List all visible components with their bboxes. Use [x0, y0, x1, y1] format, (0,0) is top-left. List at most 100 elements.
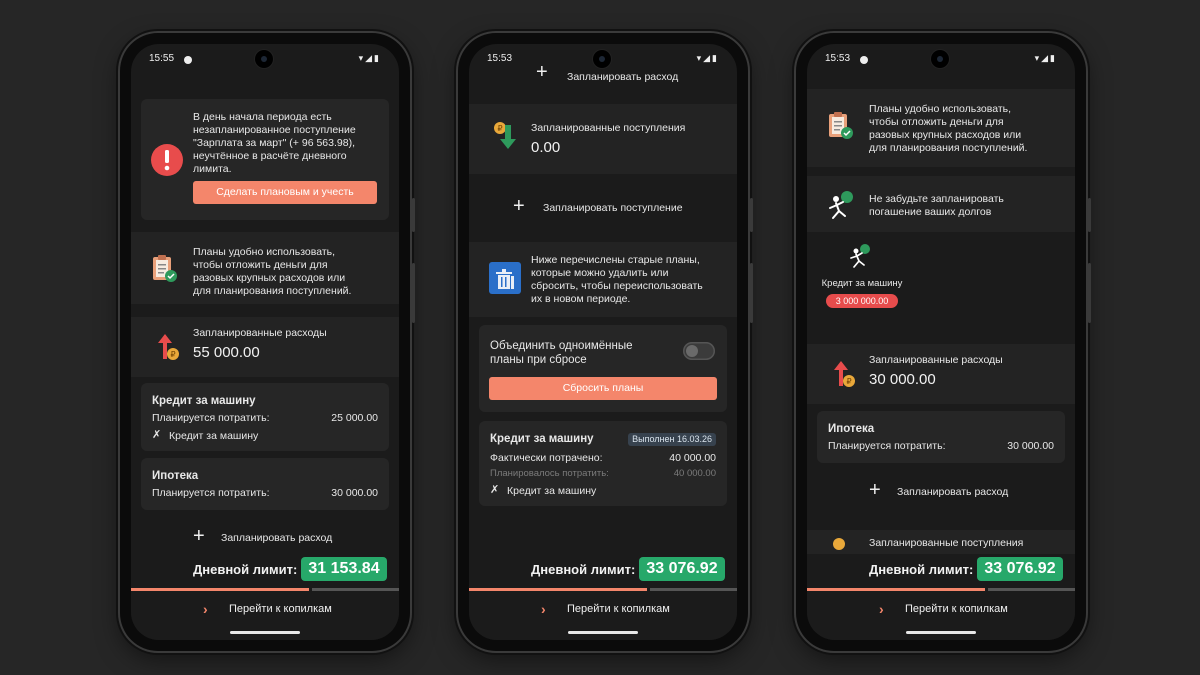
- go-to-piggy-banks-button[interactable]: Перейти к копилкам: [567, 603, 670, 615]
- planned-income-value: 0.00: [531, 139, 561, 156]
- debt-runner-icon: [829, 191, 853, 219]
- income-arrow-icon: ₽: [494, 122, 516, 149]
- reset-plans-button[interactable]: Сбросить планы: [489, 377, 717, 400]
- notification-dot-icon: [860, 56, 868, 64]
- plus-icon: +: [513, 195, 525, 217]
- debt-hint: Не забудьте запланировать погашение ваши…: [807, 176, 1075, 232]
- coin-icon: [833, 538, 845, 550]
- svg-text:₽: ₽: [497, 124, 502, 133]
- daily-limit-value: 33 076.92: [977, 557, 1063, 581]
- plan-sub-label: Планируется потратить:: [152, 412, 270, 424]
- debt-runner-icon: [850, 244, 870, 268]
- planned-expenses-value: 55 000.00: [193, 344, 260, 361]
- plan-card-mortgage[interactable]: Ипотека Планируется потратить: 30 000.00: [141, 458, 389, 510]
- screen-3: 15:53 ▾◢▮ Планы удобно использовать, что…: [807, 44, 1075, 640]
- planned-label: Планировалось потратить:: [490, 468, 609, 479]
- chevron-right-icon[interactable]: ›: [541, 601, 546, 617]
- debt-runner-icon: ✗: [152, 429, 162, 441]
- period-progress-bar: [807, 588, 985, 591]
- planned-expenses-section: ₽ Запланированные расходы 55 000.00: [131, 317, 399, 377]
- expense-arrow-icon: ₽: [158, 334, 179, 360]
- plus-icon: +: [869, 479, 881, 501]
- plan-amount: 25 000.00: [331, 412, 378, 424]
- plan-amount: 30 000.00: [1007, 440, 1054, 452]
- planned-expenses-label: Запланированные расходы: [869, 354, 1003, 366]
- add-expense-button[interactable]: + Запланировать расход: [131, 526, 399, 550]
- phone-2: 15:53 ▾◢▮ + Запланировать расход ₽ Запла…: [458, 33, 753, 651]
- add-income-label: Запланировать поступление: [543, 202, 683, 214]
- plans-hint-text: Планы удобно использовать, чтобы отложит…: [193, 246, 352, 297]
- make-planned-button[interactable]: Сделать плановым и учесть: [193, 181, 377, 204]
- planned-expenses-label: Запланированные расходы: [193, 327, 327, 339]
- warning-card: В день начала периода есть незапланирова…: [141, 99, 389, 220]
- status-time: 15:53: [825, 53, 851, 64]
- plan-title: Ипотека: [828, 423, 875, 435]
- clipboard-icon: [153, 255, 177, 282]
- bottom-panel: Дневной лимит: 31 153.84 › Перейти к коп…: [131, 554, 399, 640]
- add-income-button[interactable]: + Запланировать поступление: [469, 196, 737, 220]
- add-expense-button[interactable]: + Запланировать расход: [807, 480, 1075, 504]
- home-indicator[interactable]: [568, 631, 638, 634]
- plus-icon: +: [536, 61, 548, 83]
- debt-runner-icon: ✗: [490, 484, 500, 496]
- daily-limit-value: 31 153.84: [301, 557, 387, 581]
- planned-income-label: Запланированные поступления: [531, 122, 686, 134]
- add-expense-label: Запланировать расход: [897, 486, 1009, 498]
- plan-title: Кредит за машину: [490, 433, 594, 445]
- plus-icon: +: [193, 525, 205, 547]
- plans-hint: Планы удобно использовать, чтобы отложит…: [131, 232, 399, 304]
- go-to-piggy-banks-button[interactable]: Перейти к копилкам: [905, 603, 1008, 615]
- debt-tile-car-loan[interactable]: Кредит за машину 3 000 000.00: [817, 240, 907, 320]
- plan-card-mortgage[interactable]: Ипотека Планируется потратить: 30 000.00: [817, 411, 1065, 463]
- camera-cutout: [255, 50, 273, 68]
- debt-name: Кредит за машину: [821, 278, 903, 289]
- plan-sub-label: Планируется потратить:: [828, 440, 946, 452]
- phone-1: 15:55 ▾◢▮ В день начала периода есть нез…: [120, 33, 415, 651]
- notification-dot-icon: [184, 56, 192, 64]
- bottom-panel: Дневной лимит: 33 076.92 › Перейти к коп…: [469, 554, 737, 640]
- phone-3: 15:53 ▾◢▮ Планы удобно использовать, что…: [796, 33, 1091, 651]
- plan-title: Кредит за машину: [152, 395, 256, 407]
- reset-plans-card: Объединить одноимённые планы при сбросе …: [479, 325, 727, 412]
- status-time: 15:53: [487, 53, 513, 64]
- planned-expenses-section: ₽ Запланированные расходы 30 000.00: [807, 344, 1075, 404]
- plan-sub-label: Планируется потратить:: [152, 487, 270, 499]
- plan-card-car-loan[interactable]: Кредит за машину Планируется потратить: …: [141, 383, 389, 451]
- camera-cutout: [931, 50, 949, 68]
- chevron-right-icon[interactable]: ›: [203, 601, 208, 617]
- svg-text:₽: ₽: [846, 377, 851, 386]
- bottom-panel: Дневной лимит: 33 076.92 › Перейти к коп…: [807, 554, 1075, 640]
- add-expense-button-top[interactable]: + Запланировать расход: [469, 62, 737, 86]
- debt-amount-badge: 3 000 000.00: [826, 294, 898, 308]
- signal-battery-icon: ▾◢▮: [1034, 53, 1057, 63]
- camera-cutout: [593, 50, 611, 68]
- expense-arrow-icon: ₽: [834, 361, 855, 387]
- status-time: 15:55: [149, 53, 175, 64]
- planned-income-label: Запланированные поступления: [869, 537, 1024, 549]
- add-expense-label: Запланировать расход: [567, 71, 679, 83]
- chevron-right-icon[interactable]: ›: [879, 601, 884, 617]
- daily-limit-label: Дневной лимит:: [193, 562, 298, 577]
- svg-text:₽: ₽: [170, 350, 175, 359]
- planned-income-section: ₽ Запланированные поступления 0.00: [469, 104, 737, 174]
- go-to-piggy-banks-button[interactable]: Перейти к копилкам: [229, 603, 332, 615]
- plan-card-car-loan[interactable]: Кредит за машину Выполнен 16.03.26 Факти…: [479, 421, 727, 506]
- add-expense-label: Запланировать расход: [221, 532, 333, 544]
- trash-icon: [489, 262, 521, 294]
- old-plans-info: Ниже перечислены старые планы, которые м…: [469, 242, 737, 317]
- signal-battery-icon: ▾◢▮: [696, 53, 719, 63]
- plan-linked-debt: Кредит за машину: [169, 430, 259, 442]
- plan-linked-debt: Кредит за машину: [507, 485, 597, 497]
- old-plans-text: Ниже перечислены старые планы, которые м…: [531, 254, 703, 305]
- debt-hint-text: Не забудьте запланировать погашение ваши…: [869, 193, 1004, 218]
- plan-title: Ипотека: [152, 470, 199, 482]
- completed-badge: Выполнен 16.03.26: [628, 433, 716, 446]
- plan-amount: 30 000.00: [331, 487, 378, 499]
- merge-plans-toggle[interactable]: [683, 342, 715, 360]
- spent-value: 40 000.00: [669, 452, 716, 464]
- screen-1: 15:55 ▾◢▮ В день начала периода есть нез…: [131, 44, 399, 640]
- plans-hint: Планы удобно использовать, чтобы отложит…: [807, 89, 1075, 167]
- screen-2: 15:53 ▾◢▮ + Запланировать расход ₽ Запла…: [469, 44, 737, 640]
- home-indicator[interactable]: [906, 631, 976, 634]
- home-indicator[interactable]: [230, 631, 300, 634]
